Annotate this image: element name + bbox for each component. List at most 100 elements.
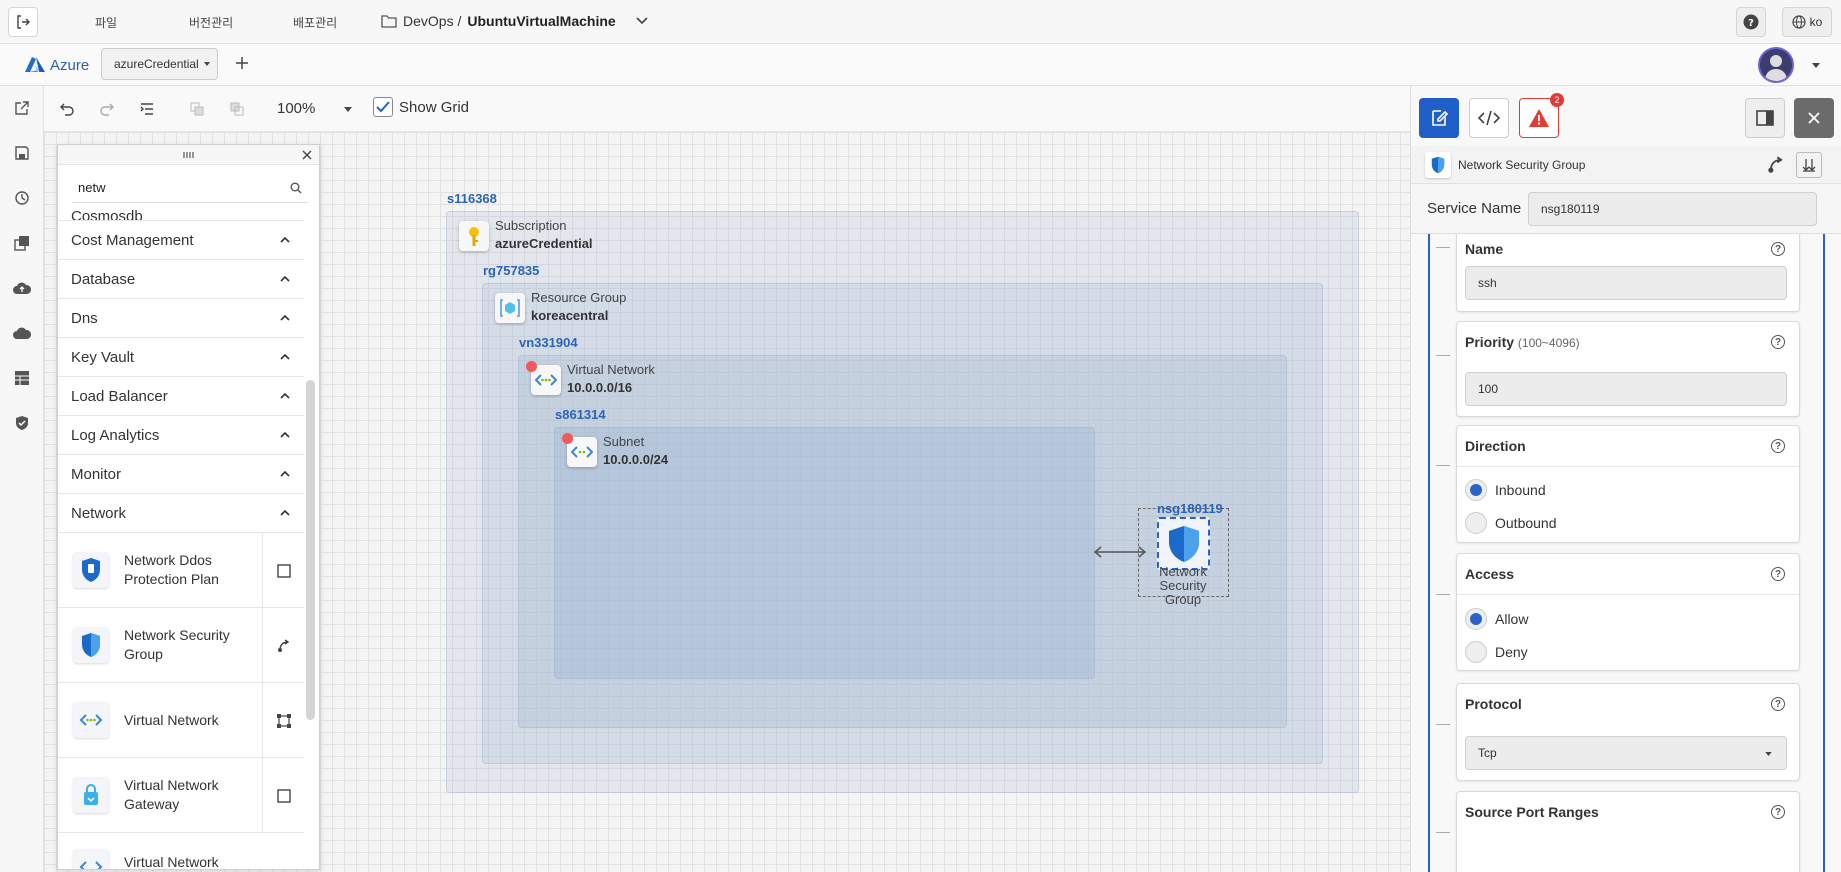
service-action[interactable]: [262, 608, 304, 683]
nsg-shield-icon: [73, 627, 109, 663]
redo-button[interactable]: [96, 98, 118, 120]
show-grid-toggle[interactable]: Show Grid: [373, 97, 469, 117]
menu-file[interactable]: 파일: [95, 14, 117, 31]
top-bar: 파일 버전관리 배포관리 DevOps / UbuntuVirtualMachi…: [0, 0, 1841, 44]
table-button[interactable]: [12, 368, 32, 388]
name-card: Name ? ssh: [1456, 234, 1800, 312]
cloud-button[interactable]: [12, 323, 32, 343]
service-item-vnet-2[interactable]: Virtual Network: [58, 833, 304, 869]
azure-brand: Azure: [50, 56, 90, 74]
nsg-node[interactable]: [1157, 517, 1210, 570]
protocol-select[interactable]: Tcp: [1465, 736, 1787, 770]
export-button[interactable]: [12, 98, 32, 118]
service-name-row: Service Name nsg180119: [1411, 184, 1841, 234]
help-icon[interactable]: ?: [1771, 567, 1785, 581]
properties-tab[interactable]: [1419, 98, 1459, 138]
send-back-button[interactable]: [226, 98, 248, 120]
security-button[interactable]: [12, 413, 32, 433]
service-item-vnet[interactable]: Virtual Network: [58, 683, 304, 758]
service-item-vnet-gateway[interactable]: Virtual Network Gateway: [58, 758, 304, 833]
service-item-ddos[interactable]: Network Ddos Protection Plan: [58, 533, 304, 608]
help-icon[interactable]: ?: [1771, 439, 1785, 453]
category-key-vault[interactable]: Key Vault: [58, 338, 304, 377]
radio-allow[interactable]: [1465, 608, 1487, 630]
credential-tab[interactable]: azureCredential: [101, 48, 218, 80]
exit-button[interactable]: [8, 7, 38, 37]
avatar-menu-icon[interactable]: [1812, 63, 1820, 68]
category-cost-management[interactable]: Cost Management: [58, 221, 304, 260]
service-item-nsg[interactable]: Network Security Group: [58, 608, 304, 683]
palette-search[interactable]: netw: [72, 173, 308, 203]
connector-icon[interactable]: [1767, 156, 1785, 174]
undo-button[interactable]: [56, 98, 78, 120]
category-monitor[interactable]: Monitor: [58, 455, 304, 494]
zoom-dropdown-icon[interactable]: [344, 107, 352, 112]
menu-version-control[interactable]: 버전관리: [189, 14, 233, 31]
code-tab[interactable]: [1469, 98, 1509, 138]
protocol-label: Protocol: [1465, 696, 1522, 712]
protocol-card: Protocol ? Tcp: [1456, 683, 1800, 781]
vnet-cidr: 10.0.0.0/16: [567, 380, 633, 395]
palette-scrollbar[interactable]: [306, 380, 315, 720]
split-view-button[interactable]: [1745, 98, 1785, 138]
direction-inbound-option[interactable]: Inbound: [1465, 479, 1546, 501]
radio-outbound[interactable]: [1465, 512, 1487, 534]
help-icon[interactable]: ?: [1771, 242, 1785, 256]
close-icon[interactable]: [302, 150, 312, 160]
category-database[interactable]: Database: [58, 260, 304, 299]
category-dns[interactable]: Dns: [58, 299, 304, 338]
resource-group-icon: [500, 299, 520, 317]
project-selector[interactable]: DevOps / UbuntuVirtualMachine: [381, 13, 648, 29]
menu-deploy[interactable]: 배포관리: [293, 14, 337, 31]
category-label: Dns: [71, 309, 98, 327]
close-panel-button[interactable]: [1794, 98, 1834, 138]
resource-group-node-icon[interactable]: [495, 293, 525, 323]
service-action[interactable]: [262, 758, 304, 833]
service-action[interactable]: [262, 533, 304, 608]
cloud-upload-button[interactable]: [12, 278, 32, 298]
priority-input[interactable]: 100: [1465, 372, 1787, 406]
save-button[interactable]: [12, 143, 32, 163]
resource-group-id: rg757835: [483, 263, 540, 278]
language-button[interactable]: ko: [1782, 7, 1832, 37]
direction-inbound-label: Inbound: [1495, 482, 1546, 498]
help-button[interactable]: ?: [1736, 7, 1766, 37]
radio-inbound[interactable]: [1465, 479, 1487, 501]
bring-front-button[interactable]: [186, 98, 208, 120]
user-avatar[interactable]: [1758, 47, 1794, 83]
direction-outbound-option[interactable]: Outbound: [1465, 512, 1557, 534]
sort-button[interactable]: [1796, 152, 1822, 178]
service-name-label: Service Name: [1427, 200, 1522, 217]
show-grid-checkbox[interactable]: [373, 97, 393, 117]
add-tab-button[interactable]: [234, 55, 250, 71]
history-button[interactable]: [12, 188, 32, 208]
drag-handle-icon[interactable]: [183, 151, 195, 159]
help-icon[interactable]: ?: [1771, 805, 1785, 819]
palette-search-input[interactable]: netw: [78, 180, 105, 195]
vnet-icon: [73, 702, 109, 738]
subscription-node-icon[interactable]: [459, 221, 489, 251]
service-name-input[interactable]: nsg180119: [1528, 192, 1817, 226]
access-deny-option[interactable]: Deny: [1465, 641, 1528, 663]
name-input[interactable]: ssh: [1465, 266, 1787, 300]
radio-deny[interactable]: [1465, 641, 1487, 663]
vnet-label: Virtual Network 10.0.0.0/16: [567, 361, 655, 397]
zoom-level[interactable]: 100%: [277, 100, 315, 117]
outline-button[interactable]: [136, 98, 158, 120]
category-log-analytics[interactable]: Log Analytics: [58, 416, 304, 455]
export-icon: [15, 101, 29, 115]
alerts-tab[interactable]: 2: [1519, 93, 1564, 138]
sort-icon: [1802, 159, 1816, 172]
chevron-down-icon: [636, 17, 648, 25]
category-network[interactable]: Network: [58, 494, 304, 533]
undo-icon: [60, 103, 74, 116]
category-cosmosdb[interactable]: Cosmosdb: [58, 207, 304, 221]
access-allow-option[interactable]: Allow: [1465, 608, 1528, 630]
help-icon[interactable]: ?: [1771, 697, 1785, 711]
help-icon[interactable]: ?: [1771, 335, 1785, 349]
service-action[interactable]: [262, 683, 304, 758]
copy-button[interactable]: [12, 233, 32, 253]
search-icon[interactable]: [290, 182, 302, 194]
nsg-label: Network Security Group: [1159, 564, 1207, 607]
category-load-balancer[interactable]: Load Balancer: [58, 377, 304, 416]
